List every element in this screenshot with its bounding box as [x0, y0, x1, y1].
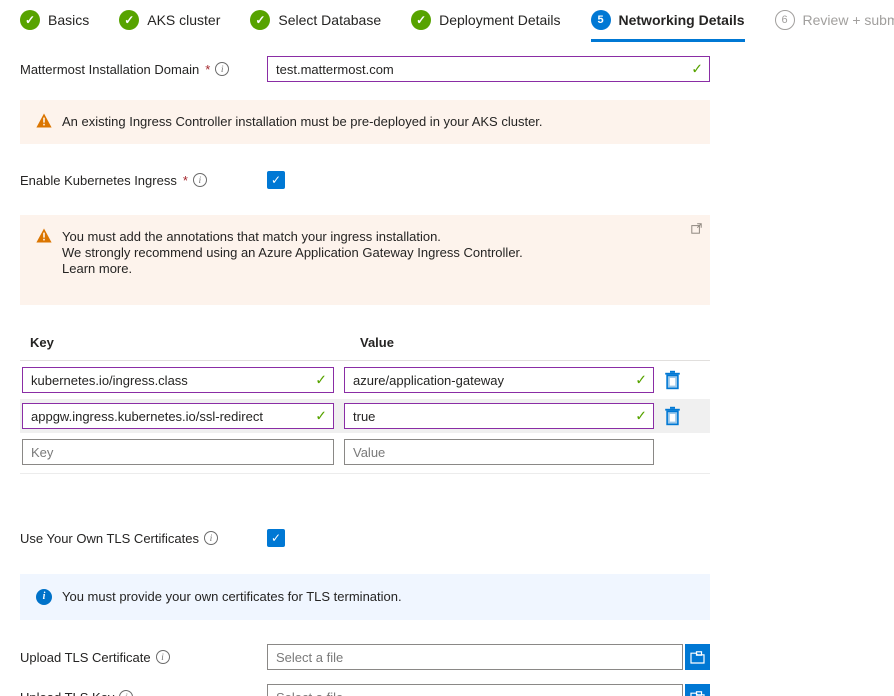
tab-label: AKS cluster [147, 12, 220, 28]
info-icon[interactable]: i [215, 62, 229, 76]
annotation-key-input-1[interactable] [22, 367, 334, 393]
domain-input[interactable] [267, 56, 710, 82]
warning-text: You must add the annotations that match … [62, 229, 681, 291]
upload-cert-input[interactable] [267, 644, 683, 670]
tab-label: Review + submit [803, 12, 894, 28]
upload-cert-label-text: Upload TLS Certificate [20, 650, 151, 665]
upload-key-label: Upload TLS Key i [20, 690, 267, 696]
own-tls-row: Use Your Own TLS Certificates i ✓ [20, 529, 710, 547]
key-column-header: Key [30, 335, 360, 350]
tab-label: Basics [48, 12, 89, 28]
value-input-wrap: ✓ [344, 403, 654, 429]
warning-line-2: We strongly recommend using an Azure App… [62, 245, 681, 261]
own-tls-label-text: Use Your Own TLS Certificates [20, 531, 199, 546]
open-in-new-icon[interactable] [691, 223, 702, 234]
step-complete-icon: ✓ [20, 10, 40, 30]
ingress-controller-warning-banner: An existing Ingress Controller installat… [20, 100, 710, 144]
upload-key-row: Upload TLS Key i [20, 684, 710, 696]
annotation-value-input-2[interactable] [344, 403, 654, 429]
required-asterisk: * [183, 173, 188, 188]
wizard-tabs: ✓ Basics ✓ AKS cluster ✓ Select Database… [0, 0, 894, 42]
annotations-warning-banner: You must add the annotations that match … [20, 215, 710, 305]
annotation-value-input-new[interactable] [344, 439, 654, 465]
step-complete-icon: ✓ [119, 10, 139, 30]
table-bottom-divider [20, 473, 710, 474]
upload-key-label-text: Upload TLS Key [20, 690, 114, 696]
tab-aks-cluster[interactable]: ✓ AKS cluster [119, 10, 220, 42]
own-tls-label: Use Your Own TLS Certificates i [20, 531, 267, 546]
info-icon[interactable]: i [156, 650, 170, 664]
annotations-table: Key Value ✓ ✓ [20, 335, 710, 474]
domain-field-row: Mattermost Installation Domain * i ✓ [20, 56, 710, 82]
tab-review-submit[interactable]: 6 Review + submit [775, 10, 894, 42]
upload-cert-row: Upload TLS Certificate i [20, 644, 710, 670]
info-text: You must provide your own certificates f… [62, 589, 694, 605]
step-number-icon: 5 [591, 10, 611, 30]
own-tls-checkbox[interactable]: ✓ [267, 529, 285, 547]
key-input-wrap: ✓ [22, 403, 334, 429]
step-complete-icon: ✓ [250, 10, 270, 30]
step-complete-icon: ✓ [411, 10, 431, 30]
table-header-divider [20, 360, 710, 361]
warning-text: An existing Ingress Controller installat… [62, 114, 694, 130]
enable-ingress-label: Enable Kubernetes Ingress * i [20, 173, 267, 188]
tab-label: Networking Details [619, 12, 745, 28]
key-input-wrap: ✓ [22, 367, 334, 393]
domain-label: Mattermost Installation Domain * i [20, 62, 267, 77]
annotation-key-input-new[interactable] [22, 439, 334, 465]
value-input-wrap: ✓ [344, 367, 654, 393]
annotation-key-input-2[interactable] [22, 403, 334, 429]
trash-icon [664, 406, 681, 426]
required-asterisk: * [205, 62, 210, 77]
folder-icon [690, 691, 705, 696]
enable-ingress-checkbox[interactable]: ✓ [267, 171, 285, 189]
networking-details-form: Mattermost Installation Domain * i ✓ An e… [20, 56, 710, 696]
upload-key-input[interactable] [267, 684, 683, 696]
delete-row-button[interactable] [664, 370, 681, 390]
domain-input-wrap: ✓ [267, 56, 710, 82]
annotation-row-2: ✓ ✓ [20, 399, 710, 433]
tab-basics[interactable]: ✓ Basics [20, 10, 89, 42]
trash-icon [664, 370, 681, 390]
warning-icon [36, 228, 52, 243]
tab-networking-details[interactable]: 5 Networking Details [591, 10, 745, 42]
domain-label-text: Mattermost Installation Domain [20, 62, 199, 77]
warning-icon [36, 113, 52, 128]
warning-line-1: You must add the annotations that match … [62, 229, 681, 245]
step-number-icon: 6 [775, 10, 795, 30]
info-icon[interactable]: i [119, 690, 133, 696]
tab-label: Deployment Details [439, 12, 560, 28]
info-icon[interactable]: i [193, 173, 207, 187]
info-icon[interactable]: i [204, 531, 218, 545]
tab-deployment-details[interactable]: ✓ Deployment Details [411, 10, 560, 42]
value-column-header: Value [360, 335, 394, 350]
annotation-row-empty [20, 435, 710, 469]
browse-key-button[interactable] [685, 684, 710, 696]
delete-row-button[interactable] [664, 406, 681, 426]
upload-cert-label: Upload TLS Certificate i [20, 650, 267, 665]
annotation-value-input-1[interactable] [344, 367, 654, 393]
enable-ingress-label-text: Enable Kubernetes Ingress [20, 173, 177, 188]
enable-ingress-row: Enable Kubernetes Ingress * i ✓ [20, 171, 710, 189]
info-filled-icon: i [36, 589, 52, 605]
tab-label: Select Database [278, 12, 381, 28]
browse-cert-button[interactable] [685, 644, 710, 670]
annotation-row-1: ✓ ✓ [20, 363, 710, 397]
folder-icon [690, 651, 705, 664]
warning-line-3[interactable]: Learn more. [62, 261, 681, 277]
tls-info-banner: i You must provide your own certificates… [20, 574, 710, 620]
tab-select-database[interactable]: ✓ Select Database [250, 10, 381, 42]
annotations-table-header: Key Value [20, 335, 710, 360]
